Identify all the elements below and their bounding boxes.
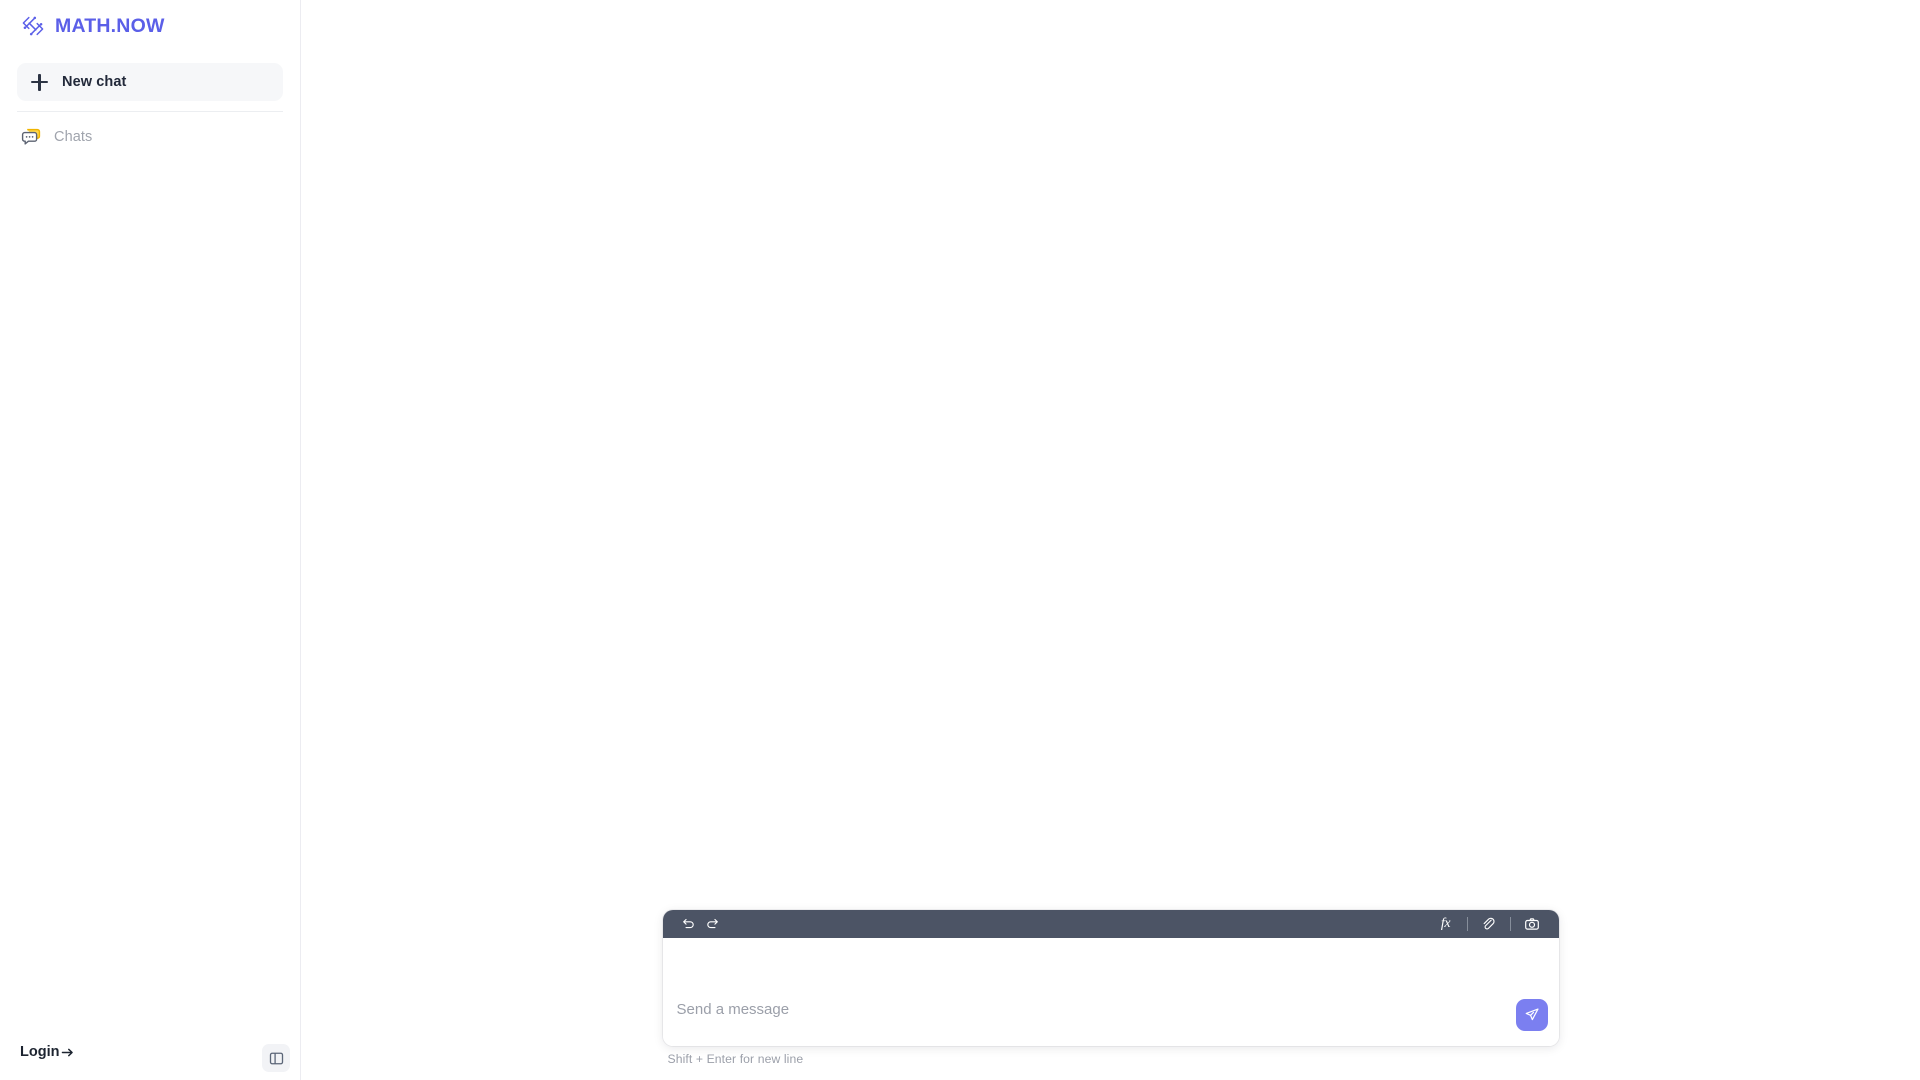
composer-wrap: fx Send a message Shift + Enter for new … <box>301 910 1920 1080</box>
sidebar-item-label: Chats <box>54 129 93 145</box>
new-chat-button[interactable]: New chat <box>17 63 283 101</box>
login-link[interactable]: Login <box>20 1044 75 1080</box>
toolbar-right-group: fx <box>1434 913 1544 935</box>
function-fx-icon: fx <box>1440 916 1451 931</box>
login-label: Login <box>20 1044 60 1060</box>
camera-button[interactable] <box>1520 913 1544 935</box>
composer-hint: Shift + Enter for new line <box>667 1052 804 1066</box>
math-function-button[interactable]: fx <box>1434 913 1458 935</box>
sidebar-item-chats[interactable]: Chats <box>17 122 283 152</box>
redo-icon <box>705 917 720 932</box>
main-content: fx Send a message Shift + Enter for new … <box>301 0 1920 1080</box>
toolbar-separator <box>1466 917 1468 931</box>
undo-icon <box>681 917 696 932</box>
composer-toolbar: fx <box>662 910 1559 938</box>
send-button[interactable] <box>1515 999 1548 1031</box>
composer-body <box>662 938 1559 1046</box>
brand[interactable]: MATH.NOW <box>17 0 283 52</box>
camera-icon <box>1524 916 1540 932</box>
sidebar: MATH.NOW New chat Chats Login <box>0 0 301 1080</box>
chat-bubble-icon <box>21 127 41 147</box>
paperclip-icon <box>1481 917 1496 932</box>
toolbar-separator <box>1509 917 1511 931</box>
brand-name: MATH.NOW <box>55 14 165 37</box>
plus-icon <box>31 73 48 91</box>
send-paper-plane-icon <box>1523 1006 1541 1024</box>
undo-button[interactable] <box>677 913 701 935</box>
app-root: MATH.NOW New chat Chats Login fx Send a … <box>0 0 1920 1080</box>
message-input[interactable] <box>662 1000 1513 1020</box>
math-now-logo-icon <box>20 13 46 39</box>
attach-button[interactable] <box>1477 913 1501 935</box>
sidebar-toggle-button[interactable] <box>262 1044 290 1072</box>
toolbar-left-group <box>677 913 725 935</box>
new-chat-label: New chat <box>62 74 127 90</box>
message-composer: fx <box>662 910 1559 1046</box>
sidebar-panel-icon <box>269 1051 284 1066</box>
arrow-right-icon <box>60 1045 75 1060</box>
redo-button[interactable] <box>701 913 725 935</box>
sidebar-divider <box>17 111 283 112</box>
